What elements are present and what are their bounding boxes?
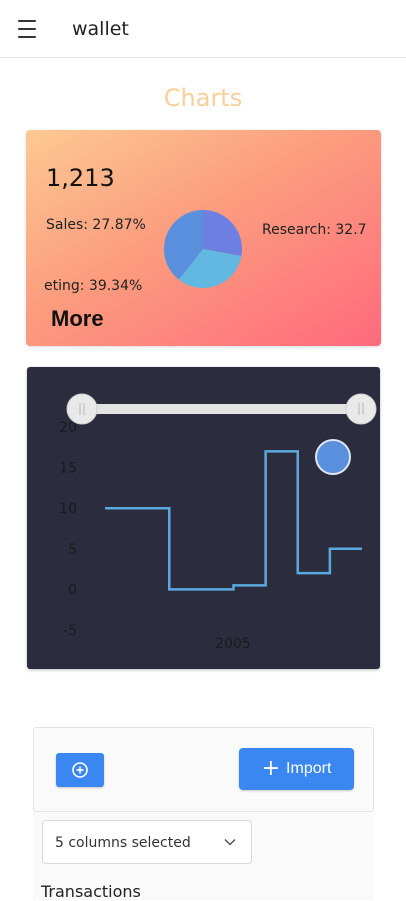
pie-chart-card: 1,213 Sales: 27.87% Research: 32.7 eting… — [26, 130, 381, 346]
transactions-heading: Transactions — [41, 882, 141, 901]
charts-heading: Charts — [163, 84, 243, 112]
chevron-down-icon — [224, 838, 236, 846]
plus-icon: + — [261, 756, 281, 781]
add-button[interactable] — [56, 753, 104, 787]
range-handle-end[interactable] — [345, 393, 377, 425]
top-app-bar: wallet — [0, 0, 406, 58]
table-toolbar: + Import — [33, 727, 374, 812]
columns-select[interactable]: 5 columns selected — [42, 820, 252, 864]
pie-label-research: Research: 32.7 — [262, 222, 367, 238]
range-handle-start[interactable] — [66, 393, 98, 425]
y-tick-label: 15 — [59, 461, 77, 477]
table-panel: 5 columns selected Transactions — [33, 812, 374, 901]
y-tick-label: -5 — [63, 623, 77, 639]
y-tick-label: 10 — [59, 501, 77, 517]
pie-slice-sales — [203, 210, 242, 256]
step-line-chart: 20151050-52005 — [59, 393, 377, 652]
total-value: 1,213 — [46, 164, 115, 192]
tooltip-dot — [315, 439, 351, 475]
y-tick-label: 0 — [68, 582, 77, 598]
hamburger-menu-icon[interactable] — [18, 20, 40, 38]
x-tick-label: 2005 — [215, 636, 251, 652]
app-title: wallet — [72, 18, 129, 40]
y-tick-label: 5 — [68, 542, 77, 558]
more-link[interactable]: More — [51, 306, 104, 332]
pie-chart — [164, 210, 242, 288]
import-button[interactable]: + Import — [239, 748, 354, 790]
range-slider-track — [82, 404, 361, 414]
import-label: Import — [286, 760, 332, 777]
columns-select-value: 5 columns selected — [55, 835, 191, 851]
step-line-chart-card: 20 15 10 5 0 -5 2005 — [27, 367, 380, 669]
pie-label-sales: Sales: 27.87% — [46, 217, 146, 233]
page-content: Charts 1,213 Sales: 27.87% Research: 32.… — [0, 58, 406, 901]
pie-label-marketing: eting: 39.34% — [44, 278, 143, 294]
plus-circle-icon — [72, 762, 88, 778]
